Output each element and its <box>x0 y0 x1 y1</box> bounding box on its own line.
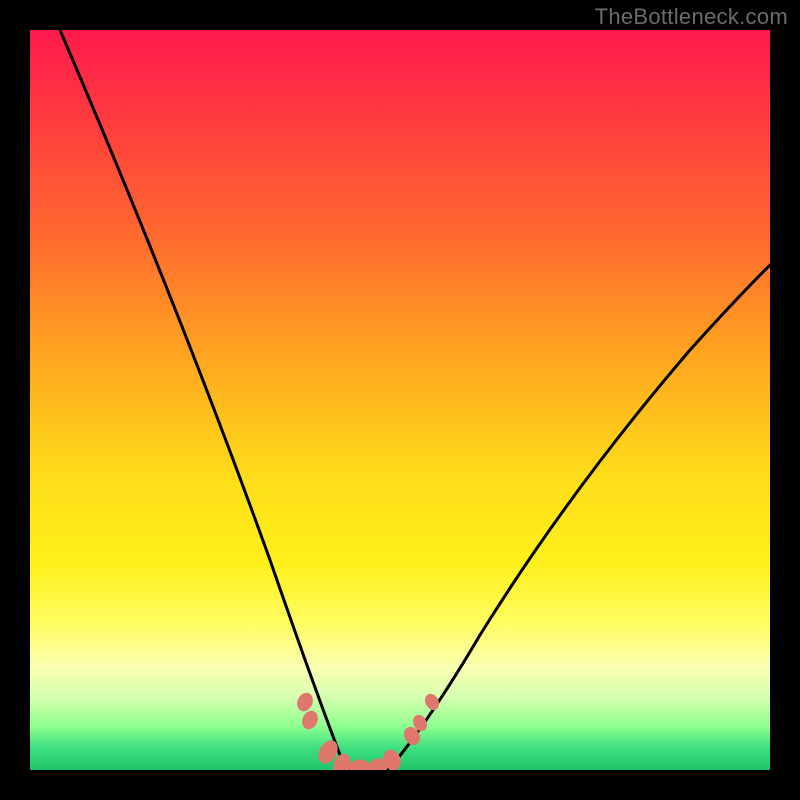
valley-markers <box>295 691 441 770</box>
left-marker-1 <box>295 691 315 713</box>
right-marker-3 <box>423 692 441 712</box>
left-curve <box>60 30 345 768</box>
curve-layer <box>30 30 770 770</box>
valley-marker-3 <box>350 760 370 770</box>
left-marker-2 <box>300 709 320 731</box>
outer-frame: TheBottleneck.com <box>0 0 800 800</box>
plot-area <box>30 30 770 770</box>
watermark-text: TheBottleneck.com <box>595 4 788 30</box>
right-curve <box>390 265 770 768</box>
